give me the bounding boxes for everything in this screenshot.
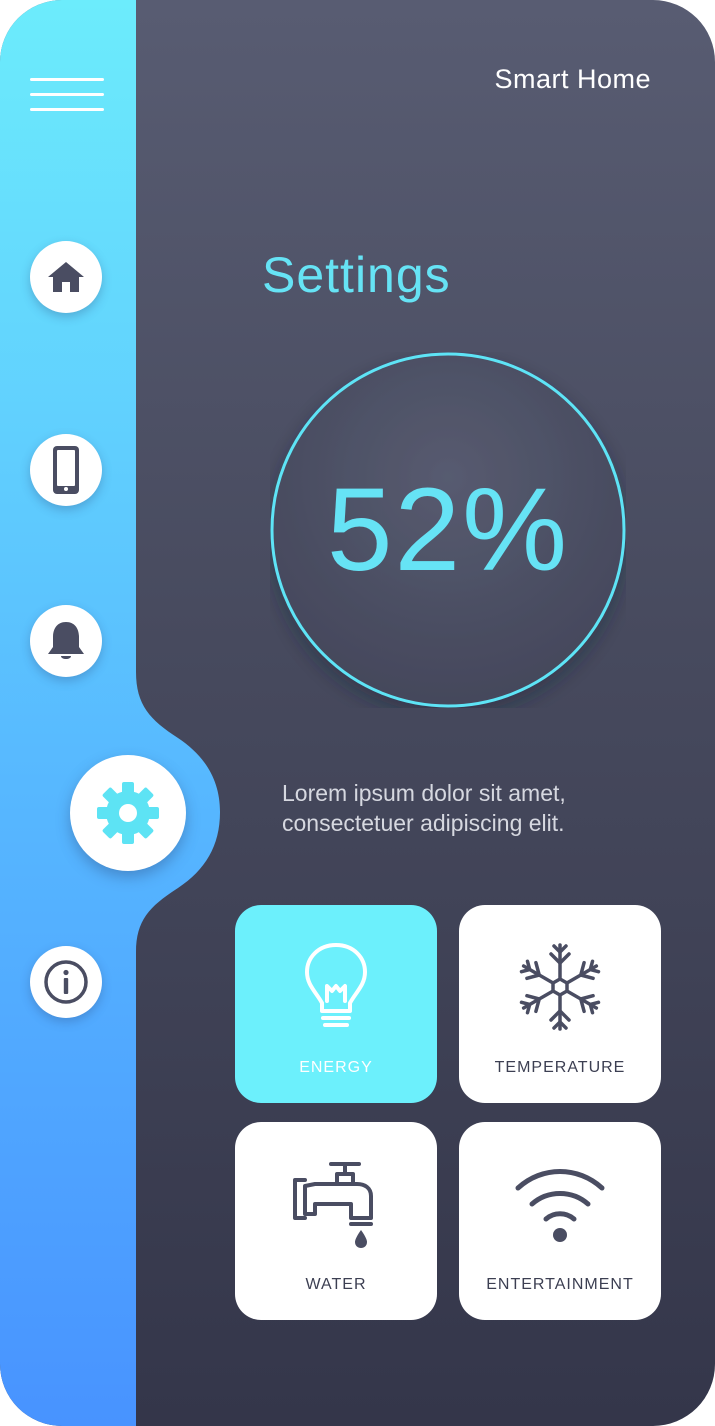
sidebar-item-settings[interactable] — [70, 755, 186, 871]
page-title: Settings — [262, 247, 451, 303]
app-title: Smart Home — [494, 64, 651, 94]
sidebar-item-info[interactable] — [30, 946, 102, 1018]
sidebar-item-devices[interactable] — [30, 434, 102, 506]
sidebar-item-home[interactable] — [30, 241, 102, 313]
tile-energy[interactable]: ENERGY — [235, 905, 437, 1103]
gauge-value: 52% — [326, 464, 570, 596]
menu-bar — [30, 93, 104, 96]
description-line: consectetuer adipiscing elit. — [282, 810, 565, 836]
snowflake-icon — [517, 943, 603, 1031]
tile-label: WATER — [305, 1276, 367, 1293]
tile-temperature[interactable]: TEMPERATURE — [459, 905, 661, 1103]
tile-water[interactable]: WATER — [235, 1122, 437, 1320]
menu-bar — [30, 108, 104, 111]
menu-bar — [30, 78, 104, 81]
sidebar-item-notifications[interactable] — [30, 605, 102, 677]
sidebar — [0, 0, 136, 1426]
tile-label: TEMPERATURE — [494, 1059, 626, 1076]
description-line: Lorem ipsum dolor sit amet, — [282, 780, 566, 806]
phone-icon — [53, 446, 79, 494]
tile-label: ENTERTAINMENT — [486, 1276, 634, 1293]
info-icon — [44, 960, 88, 1004]
tile-label: ENERGY — [299, 1059, 373, 1076]
menu-button[interactable] — [30, 78, 104, 114]
home-icon — [48, 262, 84, 292]
app-window: Smart Home Settings 52% Lorem ipsum dolo… — [0, 0, 715, 1426]
lightbulb-icon — [305, 943, 367, 1027]
wifi-icon — [515, 1169, 605, 1242]
faucet-icon — [293, 1162, 373, 1248]
gear-icon — [97, 782, 159, 844]
description: Lorem ipsum dolor sit amet, consectetuer… — [282, 778, 682, 838]
bell-icon — [48, 622, 84, 659]
tile-entertainment[interactable]: ENTERTAINMENT — [459, 1122, 661, 1320]
